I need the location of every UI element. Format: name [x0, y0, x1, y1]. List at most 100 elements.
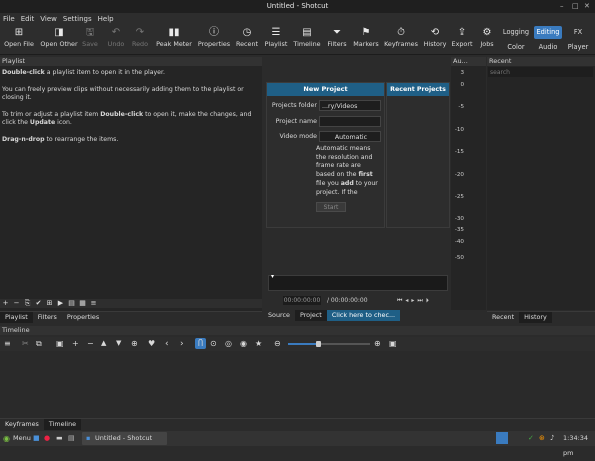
next-marker-icon[interactable]: ›: [180, 339, 184, 349]
video-mode-select[interactable]: Automatic: [319, 131, 381, 142]
zoom-fit-icon[interactable]: ▣: [389, 339, 397, 348]
prev-marker-icon[interactable]: ‹: [165, 339, 169, 349]
menu-file[interactable]: File: [0, 13, 18, 25]
volume-icon[interactable]: ♪: [550, 431, 554, 446]
tab-recent[interactable]: Recent: [487, 312, 519, 323]
peak-meter-button[interactable]: ▮▮ Peak Meter: [155, 25, 193, 53]
duration-label: / 00:00:00:00: [327, 297, 368, 304]
recent-search-input[interactable]: [488, 67, 593, 77]
marker-icon[interactable]: ♥: [148, 339, 155, 348]
append-icon[interactable]: +: [72, 339, 79, 348]
player-scrubber[interactable]: ▾: [268, 273, 448, 291]
add-all-icon[interactable]: ⊞: [44, 299, 55, 308]
mint-menu-icon[interactable]: ◉: [3, 431, 10, 446]
menu-view[interactable]: View: [37, 13, 60, 25]
close-button[interactable]: ✕: [584, 0, 590, 13]
timeline-toolbar: ≡ ✂ ⧉ ▣ + − ▲ ▼ ⊕ ♥ ‹ › Ⴖ ⊙ ◎ ◉ ★ ⊖ ⊕ ▣: [0, 337, 595, 351]
tab-history[interactable]: History: [519, 312, 552, 323]
menu-help[interactable]: Help: [95, 13, 117, 25]
zoom-slider-handle[interactable]: [316, 341, 321, 347]
keyframes-button[interactable]: ⏱ Keyframes: [383, 25, 419, 53]
lift-icon[interactable]: ▲: [101, 339, 106, 347]
tab-properties[interactable]: Properties: [62, 312, 104, 323]
timeline-header: Timeline: [0, 326, 595, 335]
taskbar: ◉ Menu ■ ● ▬ ▤ ▪ Untitled - Shotcut ✓ ⊛ …: [0, 431, 595, 457]
layout-player-button[interactable]: Player: [566, 41, 590, 54]
tab-source[interactable]: Source: [263, 310, 295, 321]
snap-icon[interactable]: Ⴖ: [195, 338, 206, 349]
add-icon[interactable]: +: [0, 299, 11, 308]
terminal-icon[interactable]: ▤: [68, 431, 75, 446]
update-notice-button[interactable]: Click here to chec...: [326, 310, 401, 321]
menu-edit[interactable]: Edit: [18, 13, 38, 25]
play-icon[interactable]: ▶: [55, 299, 66, 308]
filters-button[interactable]: ⏷ Filters: [325, 25, 349, 53]
tab-keyframes[interactable]: Keyframes: [0, 419, 44, 430]
timecode-field[interactable]: 00:00:00:00: [283, 296, 321, 305]
menu-settings[interactable]: Settings: [60, 13, 95, 25]
desc-bold: first: [358, 171, 373, 179]
timeline-tracks[interactable]: [0, 351, 595, 418]
scrub-icon[interactable]: ⊙: [210, 339, 217, 348]
projects-folder-field[interactable]: ...ry/Videos: [319, 100, 381, 111]
transport-controls[interactable]: ⏮◂▸⏭⏵: [397, 296, 432, 305]
show-desktop-icon[interactable]: ■: [33, 431, 40, 446]
split-icon[interactable]: ⊕: [131, 339, 138, 348]
menu-icon[interactable]: ≡: [88, 299, 99, 308]
zoom-out-icon[interactable]: ⊖: [274, 339, 281, 348]
project-name-field[interactable]: [319, 116, 381, 127]
markers-button[interactable]: ⚑ Markers: [352, 25, 380, 53]
open-other-button[interactable]: ◨ Open Other: [38, 25, 80, 53]
save-button[interactable]: 🖫 Save: [80, 25, 100, 53]
maximize-button[interactable]: □: [572, 0, 579, 13]
remove-icon[interactable]: −: [11, 299, 22, 308]
files-icon[interactable]: ▬: [56, 431, 63, 446]
layout-color-button[interactable]: Color: [502, 41, 530, 54]
network-icon[interactable]: ✓: [528, 431, 534, 446]
tab-playlist[interactable]: Playlist: [0, 312, 33, 323]
paste-icon[interactable]: ▣: [56, 339, 64, 348]
timeline-icon: ▤: [302, 27, 312, 38]
tab-timeline[interactable]: Timeline: [43, 419, 82, 430]
zoom-slider[interactable]: [288, 341, 370, 347]
overwrite-icon[interactable]: ▼: [116, 339, 121, 347]
layout-audio-button[interactable]: Audio: [534, 41, 562, 54]
export-button[interactable]: ⇪ Export: [451, 25, 473, 53]
recent-button[interactable]: ◷ Recent: [235, 25, 259, 53]
jobs-label: Jobs: [480, 40, 494, 48]
playlist-button[interactable]: ☰ Playlist: [263, 25, 289, 53]
update-icon[interactable]: ✔: [33, 299, 44, 308]
ripple-markers-icon[interactable]: ★: [255, 339, 262, 348]
replace-icon[interactable]: ⎘: [22, 299, 33, 308]
start-button[interactable]: Start: [316, 202, 346, 212]
cut-icon[interactable]: ✂: [22, 339, 29, 348]
layout-fx-button[interactable]: FX: [566, 26, 590, 39]
timeline-button[interactable]: ▤ Timeline: [292, 25, 322, 53]
minimize-button[interactable]: –: [560, 0, 564, 13]
browser-icon[interactable]: ●: [44, 431, 50, 446]
menu-label[interactable]: Menu: [13, 431, 31, 446]
layout-logging-button[interactable]: Logging: [502, 26, 530, 39]
copy-icon[interactable]: ⧉: [36, 339, 42, 349]
zoom-in-icon[interactable]: ⊕: [374, 339, 381, 348]
history-button[interactable]: ⟲ History: [422, 25, 448, 53]
details-view-icon[interactable]: ▤: [66, 299, 77, 308]
layout-editing-button[interactable]: Editing: [534, 26, 562, 39]
ripple-all-icon[interactable]: ◉: [240, 339, 247, 348]
properties-button[interactable]: ⓘ Properties: [197, 25, 231, 53]
timeline-menu-icon[interactable]: ≡: [4, 339, 11, 348]
workspace-indicator[interactable]: [496, 432, 508, 444]
jobs-button[interactable]: ⚙ Jobs: [477, 25, 497, 53]
tiles-view-icon[interactable]: ▦: [77, 299, 88, 308]
filters-label: Filters: [327, 40, 347, 48]
ripple-icon[interactable]: ◎: [225, 339, 232, 348]
undo-button[interactable]: ↶ Undo: [106, 25, 126, 53]
ripple-delete-icon[interactable]: −: [87, 339, 94, 348]
update-icon[interactable]: ⊛: [539, 431, 545, 446]
tab-project[interactable]: Project: [294, 310, 327, 321]
tab-filters[interactable]: Filters: [33, 312, 62, 323]
open-file-button[interactable]: ⊞ Open File: [3, 25, 35, 53]
meter-scale-label: -35: [454, 227, 464, 233]
redo-button[interactable]: ↷ Redo: [130, 25, 150, 53]
taskbar-app-button[interactable]: ▪ Untitled - Shotcut: [82, 432, 167, 445]
